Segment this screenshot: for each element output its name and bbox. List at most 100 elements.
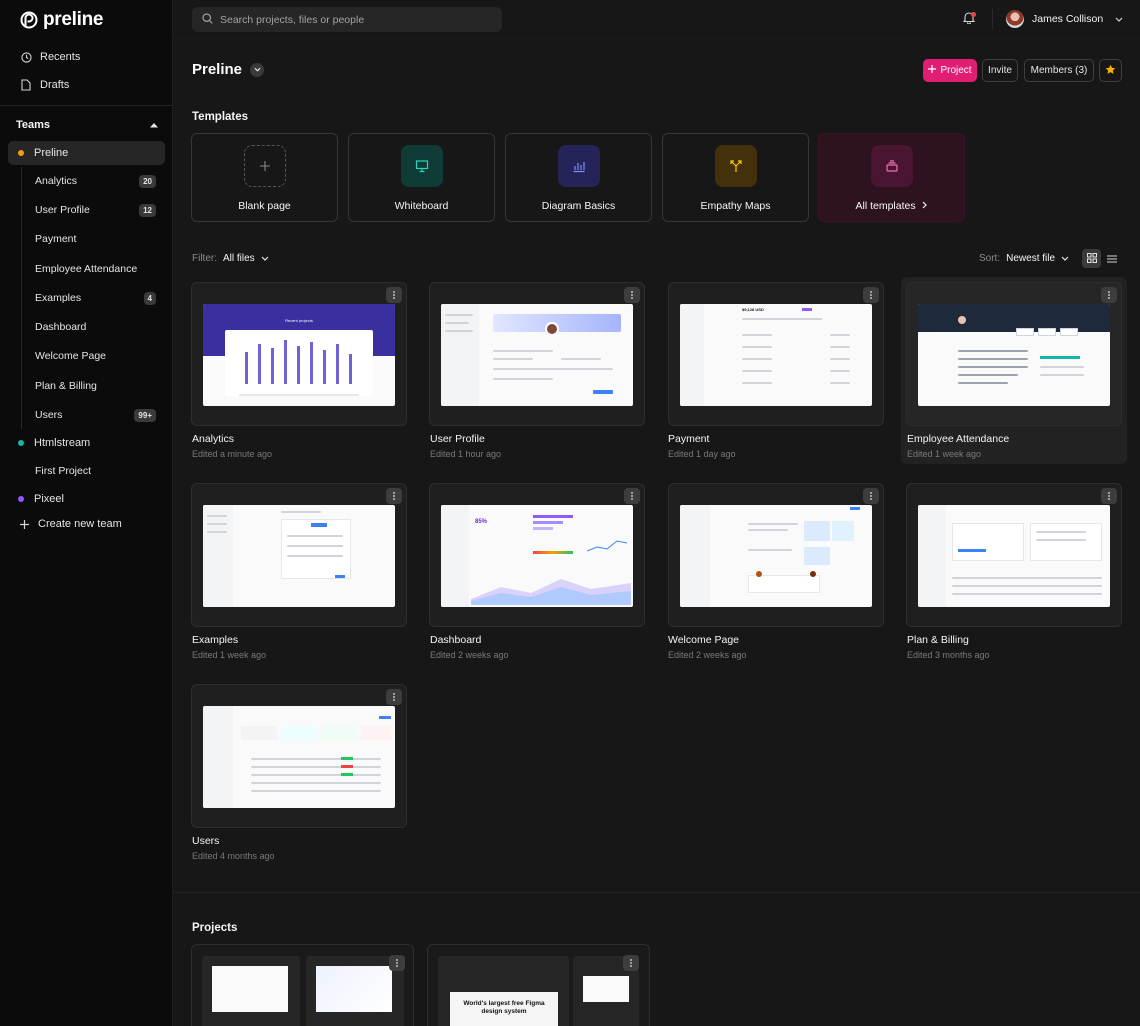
more-options-button[interactable] xyxy=(386,689,402,705)
nav-recents[interactable]: Recents xyxy=(20,51,80,63)
sidebar-item-analytics[interactable]: Analytics 20 xyxy=(35,173,156,189)
file-card-users[interactable] xyxy=(191,684,407,828)
file-edited: Edited 1 hour ago xyxy=(430,449,502,459)
more-options-button[interactable] xyxy=(863,488,879,504)
sidebar-item-examples[interactable]: Examples 4 xyxy=(35,290,156,306)
template-whiteboard[interactable]: Whiteboard xyxy=(348,133,495,222)
template-label: All templates xyxy=(819,200,964,212)
count-badge: 12 xyxy=(139,203,156,217)
new-project-button[interactable]: Project xyxy=(923,59,977,82)
split-arrow-icon xyxy=(715,145,757,187)
sidebar-item-employee-attendance[interactable]: Employee Attendance xyxy=(35,261,156,277)
file-card-plan-billing[interactable] xyxy=(906,483,1122,627)
teams-label: Teams xyxy=(16,119,51,131)
more-options-button[interactable] xyxy=(1101,287,1117,303)
file-thumbnail: $9,128 USD xyxy=(680,304,872,406)
team-name: Preline xyxy=(34,147,69,159)
filter-dropdown[interactable]: Filter: All files xyxy=(192,253,269,264)
project-card[interactable] xyxy=(191,944,414,1026)
more-options-button[interactable] xyxy=(623,955,639,971)
members-button[interactable]: Members (3) xyxy=(1024,59,1094,82)
file-name[interactable]: User Profile xyxy=(430,433,485,445)
file-thumbnail: Recent projects xyxy=(203,304,395,406)
file-name[interactable]: Payment xyxy=(668,433,709,445)
more-options-button[interactable] xyxy=(863,287,879,303)
sidebar-item-payment[interactable]: Payment xyxy=(35,231,156,247)
file-edited: Edited 1 week ago xyxy=(907,449,982,459)
presentation-icon xyxy=(401,145,443,187)
team-pixeel[interactable]: Pixeel xyxy=(8,487,165,511)
sidebar-divider xyxy=(0,105,173,106)
sidebar-item-label: User Profile xyxy=(35,204,90,216)
sort-dropdown[interactable]: Sort: Newest file xyxy=(979,253,1069,264)
file-name[interactable]: Employee Attendance xyxy=(907,433,1009,445)
file-card-employee-attendance[interactable] xyxy=(906,282,1122,426)
thumb-percent-text: 85% xyxy=(475,519,488,525)
project-thumbnail xyxy=(202,956,300,1026)
file-name[interactable]: Users xyxy=(192,835,219,847)
file-card-user-profile[interactable] xyxy=(429,282,645,426)
template-blank-page[interactable]: Blank page xyxy=(191,133,338,222)
sidebar-item-welcome-page[interactable]: Welcome Page xyxy=(35,348,156,364)
list-view-button[interactable] xyxy=(1102,249,1121,268)
sidebar-item-users[interactable]: Users 99+ xyxy=(35,407,156,423)
more-options-button[interactable] xyxy=(389,955,405,971)
more-options-button[interactable] xyxy=(386,287,402,303)
template-empathy-maps[interactable]: Empathy Maps xyxy=(662,133,809,222)
template-diagram-basics[interactable]: Diagram Basics xyxy=(505,133,652,222)
search-bar[interactable] xyxy=(192,7,502,32)
file-card-payment[interactable]: $9,128 USD xyxy=(668,282,884,426)
sidebar-item-user-profile[interactable]: User Profile 12 xyxy=(35,202,156,218)
file-edited: Edited 2 weeks ago xyxy=(668,650,747,660)
file-card-examples[interactable] xyxy=(191,483,407,627)
page-title[interactable]: Preline xyxy=(192,61,265,78)
template-label: Blank page xyxy=(238,200,291,212)
file-name[interactable]: Plan & Billing xyxy=(907,634,969,646)
logo-text: preline xyxy=(43,9,104,30)
file-name[interactable]: Analytics xyxy=(192,433,234,445)
sort-value: Newest file xyxy=(1006,253,1056,264)
file-thumbnail xyxy=(680,505,872,607)
chevron-down-icon xyxy=(1061,253,1069,264)
sidebar-item-label: Users xyxy=(35,409,63,421)
more-options-button[interactable] xyxy=(624,287,640,303)
more-options-button[interactable] xyxy=(1101,488,1117,504)
create-team-button[interactable]: Create new team xyxy=(18,518,122,530)
file-thumbnail: 85% xyxy=(441,505,633,607)
file-edited: Edited 2 weeks ago xyxy=(430,650,509,660)
project-thumbnail: World's largest free Figma design system xyxy=(438,956,569,1026)
project-card[interactable]: World's largest free Figma design system xyxy=(427,944,650,1026)
file-name[interactable]: Dashboard xyxy=(430,634,481,646)
count-badge: 20 xyxy=(139,174,156,188)
page-title-text: Preline xyxy=(192,61,243,78)
user-menu[interactable]: James Collison xyxy=(1006,10,1123,28)
sidebar-item-label: Employee Attendance xyxy=(35,263,138,275)
file-name[interactable]: Examples xyxy=(192,634,238,646)
sidebar-item-label: Analytics xyxy=(35,175,78,187)
preline-logo[interactable]: preline xyxy=(20,9,104,31)
more-options-button[interactable] xyxy=(386,488,402,504)
template-all-templates[interactable]: All templates xyxy=(818,133,965,222)
search-input[interactable] xyxy=(220,13,480,26)
file-card-dashboard[interactable]: 85% xyxy=(429,483,645,627)
team-color-dot xyxy=(18,496,24,502)
grid-view-button[interactable] xyxy=(1082,249,1101,268)
favorite-button[interactable] xyxy=(1099,59,1122,82)
plus-icon xyxy=(928,65,937,76)
sidebar-item-plan-billing[interactable]: Plan & Billing xyxy=(35,378,156,394)
invite-button[interactable]: Invite xyxy=(982,59,1018,82)
nav-drafts[interactable]: Drafts xyxy=(20,79,69,91)
members-label: Members (3) xyxy=(1030,65,1088,76)
sidebar-item-label: Examples xyxy=(35,292,82,304)
teams-header[interactable]: Teams xyxy=(16,119,158,131)
sidebar-item-first-project[interactable]: First Project xyxy=(35,463,156,479)
file-card-analytics[interactable]: Recent projects xyxy=(191,282,407,426)
search-icon xyxy=(202,12,213,27)
figma-banner-text: World's largest free Figma design system xyxy=(463,1000,545,1015)
team-preline[interactable]: Preline xyxy=(8,141,165,165)
sidebar-item-dashboard[interactable]: Dashboard xyxy=(35,319,156,335)
file-name[interactable]: Welcome Page xyxy=(668,634,739,646)
more-options-button[interactable] xyxy=(624,488,640,504)
file-card-welcome-page[interactable] xyxy=(668,483,884,627)
team-htmlstream[interactable]: Htmlstream xyxy=(8,431,165,455)
